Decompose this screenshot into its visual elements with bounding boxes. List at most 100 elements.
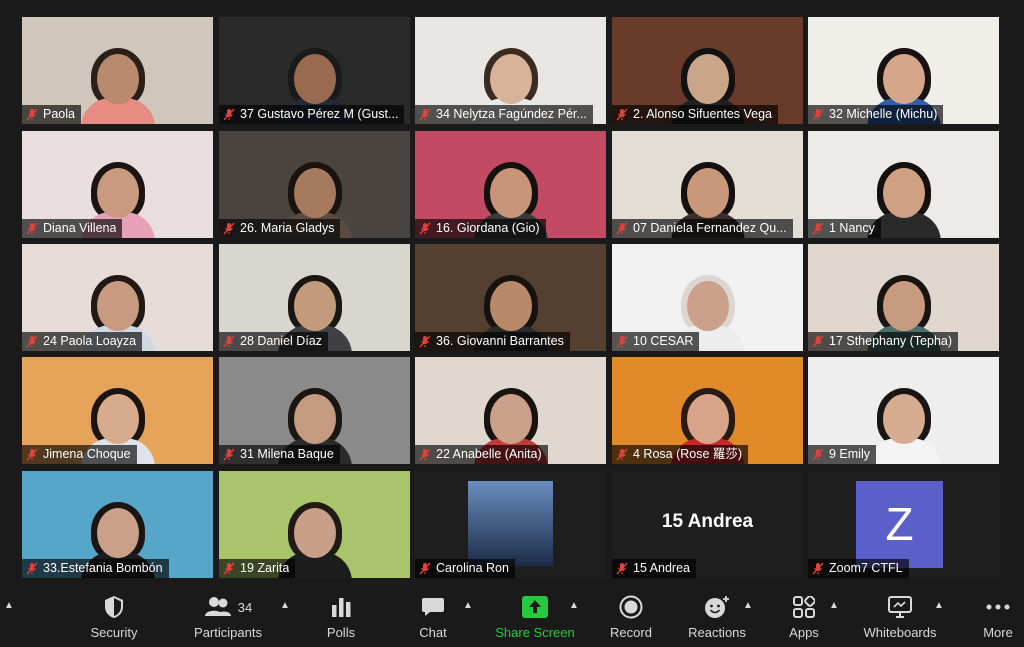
participant-name-label: 33.Estefania Bombón bbox=[22, 559, 169, 578]
muted-mic-icon bbox=[419, 222, 431, 235]
audio-options-caret[interactable]: ▲ bbox=[4, 600, 14, 611]
participant-tile[interactable]: 17 Sthephany (Tepha) bbox=[808, 244, 999, 351]
participant-name-label: 28 Daniel Díaz bbox=[219, 332, 328, 351]
participant-tile[interactable]: Jimena Choque bbox=[22, 357, 213, 464]
muted-mic-icon bbox=[812, 562, 824, 575]
muted-mic-icon bbox=[419, 562, 431, 575]
participant-tile[interactable]: 22 Anabelle (Anita) bbox=[415, 357, 606, 464]
share-caret[interactable]: ▲ bbox=[569, 600, 579, 611]
apps-button[interactable]: Apps bbox=[782, 586, 826, 647]
participant-name: Diana Villena bbox=[43, 221, 117, 235]
participant-tile[interactable]: Carolina Ron bbox=[415, 471, 606, 578]
participants-caret[interactable]: ▲ bbox=[280, 600, 290, 611]
polls-label: Polls bbox=[326, 625, 356, 640]
participant-tile[interactable]: 2. Alonso Sifuentes Vega bbox=[612, 17, 803, 124]
participant-video bbox=[866, 388, 941, 464]
muted-mic-icon bbox=[26, 335, 38, 348]
participants-button[interactable]: 34 Participants bbox=[190, 586, 266, 647]
participant-name: Jimena Choque bbox=[43, 447, 131, 461]
share-screen-label: Share Screen bbox=[495, 625, 575, 640]
participant-name: 37 Gustavo Pérez M (Gust... bbox=[240, 107, 399, 121]
participant-name-label: 1 Nancy bbox=[808, 219, 881, 238]
participant-name-label: 26. Maria Gladys bbox=[219, 219, 341, 238]
participant-name: 34 Nelytza Fagúndez Pér... bbox=[436, 107, 587, 121]
participant-name-label: 31 Milena Baque bbox=[219, 445, 340, 464]
chat-label: Chat bbox=[419, 625, 447, 640]
reactions-button[interactable]: Reactions bbox=[684, 586, 750, 647]
participants-icon: 34 bbox=[190, 592, 266, 622]
participant-tile[interactable]: 19 Zarita bbox=[219, 471, 410, 578]
security-label: Security bbox=[90, 625, 138, 640]
participant-tile[interactable]: 1 Nancy bbox=[808, 131, 999, 238]
participant-name-label: 32 Michelle (Michu) bbox=[808, 105, 944, 124]
participant-tile[interactable]: 10 CESAR bbox=[612, 244, 803, 351]
participant-tile[interactable]: 9 Emily bbox=[808, 357, 999, 464]
muted-mic-icon bbox=[223, 108, 235, 121]
participant-name: 31 Milena Baque bbox=[240, 447, 334, 461]
video-gallery: Paola 37 Gustavo Pérez M (Gust... 34 Nelyt… bbox=[22, 17, 1000, 579]
polls-button[interactable]: Polls bbox=[318, 586, 364, 647]
profile-picture bbox=[468, 481, 553, 566]
participant-name: 24 Paola Loayza bbox=[43, 334, 137, 348]
participant-name: 9 Emily bbox=[829, 447, 870, 461]
participant-tile[interactable]: 31 Milena Baque bbox=[219, 357, 410, 464]
participant-name-label: Paola bbox=[22, 105, 81, 124]
participant-tile[interactable]: 15 Andrea 15 Andrea bbox=[612, 471, 803, 578]
participant-name: 17 Sthephany (Tepha) bbox=[829, 334, 953, 348]
participant-name-label: 16. Giordana (Gio) bbox=[415, 219, 546, 238]
more-button[interactable]: More bbox=[978, 586, 1018, 647]
participant-name: 16. Giordana (Gio) bbox=[436, 221, 540, 235]
security-button[interactable]: Security bbox=[84, 586, 144, 647]
whiteboards-caret[interactable]: ▲ bbox=[934, 600, 944, 611]
share-screen-button[interactable]: Share Screen bbox=[494, 586, 576, 647]
participant-tile[interactable]: 37 Gustavo Pérez M (Gust... bbox=[219, 17, 410, 124]
chat-button[interactable]: Chat bbox=[410, 586, 456, 647]
participant-tile[interactable]: 24 Paola Loayza bbox=[22, 244, 213, 351]
apps-caret[interactable]: ▲ bbox=[829, 600, 839, 611]
shield-icon bbox=[84, 592, 144, 622]
participant-tile[interactable]: 28 Daniel Díaz bbox=[219, 244, 410, 351]
participant-name: 28 Daniel Díaz bbox=[240, 334, 322, 348]
participant-tile[interactable]: 32 Michelle (Michu) bbox=[808, 17, 999, 124]
participant-tile[interactable]: 33.Estefania Bombón bbox=[22, 471, 213, 578]
participant-name-label: 07 Daniela Fernandez Qu... bbox=[612, 219, 793, 238]
chat-caret[interactable]: ▲ bbox=[463, 600, 473, 611]
participant-name-label: Zoom7 CTFL bbox=[808, 559, 909, 578]
participant-tile[interactable]: 16. Giordana (Gio) bbox=[415, 131, 606, 238]
participant-tile[interactable]: Diana Villena bbox=[22, 131, 213, 238]
muted-mic-icon bbox=[616, 448, 628, 461]
participant-name: 4 Rosa (Rose 羅莎) bbox=[633, 447, 743, 461]
participant-name-label: 15 Andrea bbox=[612, 559, 696, 578]
muted-mic-icon bbox=[26, 108, 38, 121]
participant-name-label: 2. Alonso Sifuentes Vega bbox=[612, 105, 778, 124]
participant-tile[interactable]: 07 Daniela Fernandez Qu... bbox=[612, 131, 803, 238]
reactions-label: Reactions bbox=[688, 625, 746, 640]
participant-name-label: 17 Sthephany (Tepha) bbox=[808, 332, 959, 351]
participant-tile[interactable]: 4 Rosa (Rose 羅莎) bbox=[612, 357, 803, 464]
whiteboards-label: Whiteboards bbox=[863, 625, 937, 640]
participant-name-label: 37 Gustavo Pérez M (Gust... bbox=[219, 105, 405, 124]
participant-name: Zoom7 CTFL bbox=[829, 561, 903, 575]
participant-name: 15 Andrea bbox=[633, 561, 690, 575]
participant-name-label: Jimena Choque bbox=[22, 445, 137, 464]
more-icon bbox=[978, 592, 1018, 622]
participant-tile[interactable]: Paola bbox=[22, 17, 213, 124]
participant-name-label: Diana Villena bbox=[22, 219, 123, 238]
participant-name-label: 22 Anabelle (Anita) bbox=[415, 445, 548, 464]
muted-mic-icon bbox=[616, 222, 628, 235]
participant-tile[interactable]: 36. Giovanni Barrantes bbox=[415, 244, 606, 351]
participant-name: 1 Nancy bbox=[829, 221, 875, 235]
whiteboards-button[interactable]: Whiteboards bbox=[860, 586, 940, 647]
participant-name: Paola bbox=[43, 107, 75, 121]
participant-video bbox=[80, 48, 155, 124]
muted-mic-icon bbox=[26, 562, 38, 575]
participant-name: 07 Daniela Fernandez Qu... bbox=[633, 221, 787, 235]
more-label: More bbox=[983, 625, 1013, 640]
participant-name-label: 19 Zarita bbox=[219, 559, 296, 578]
record-icon bbox=[606, 592, 656, 622]
reactions-caret[interactable]: ▲ bbox=[743, 600, 753, 611]
record-button[interactable]: Record bbox=[606, 586, 656, 647]
participant-tile[interactable]: Z Zoom7 CTFL bbox=[808, 471, 999, 578]
participant-tile[interactable]: 34 Nelytza Fagúndez Pér... bbox=[415, 17, 606, 124]
participant-tile[interactable]: 26. Maria Gladys bbox=[219, 131, 410, 238]
